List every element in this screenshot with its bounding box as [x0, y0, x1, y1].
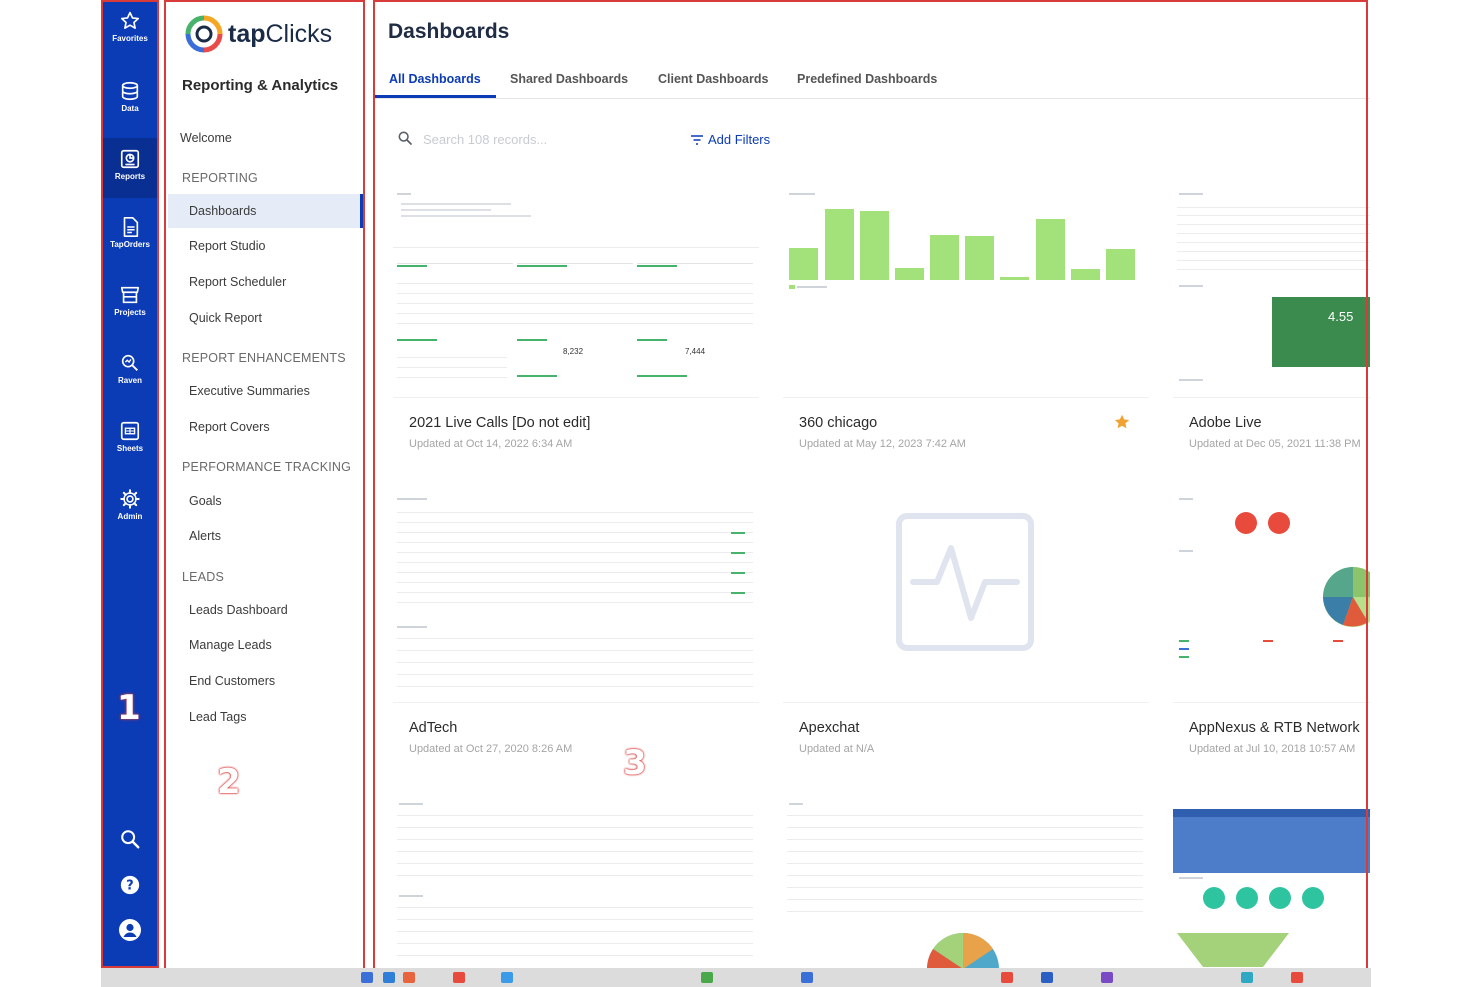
taskbar-app-icon[interactable] — [1291, 972, 1303, 983]
taskbar-app-icon[interactable] — [403, 972, 415, 983]
taskbar-app-icon[interactable] — [801, 972, 813, 983]
taskbar-app-icon[interactable] — [1041, 972, 1053, 983]
annotation-box-2 — [164, 0, 365, 970]
taskbar-app-icon[interactable] — [501, 972, 513, 983]
annotation-box-3 — [373, 0, 1368, 970]
taskbar-app-icon[interactable] — [701, 972, 713, 983]
annotation-box-1 — [101, 0, 159, 968]
taskbar-app-icon[interactable] — [1001, 972, 1013, 983]
taskbar-app-icon[interactable] — [453, 972, 465, 983]
taskbar-app-icon[interactable] — [1241, 972, 1253, 983]
taskbar-app-icon[interactable] — [361, 972, 373, 983]
os-taskbar — [101, 968, 1371, 987]
taskbar-app-icon[interactable] — [383, 972, 395, 983]
taskbar-app-icon[interactable] — [1101, 972, 1113, 983]
